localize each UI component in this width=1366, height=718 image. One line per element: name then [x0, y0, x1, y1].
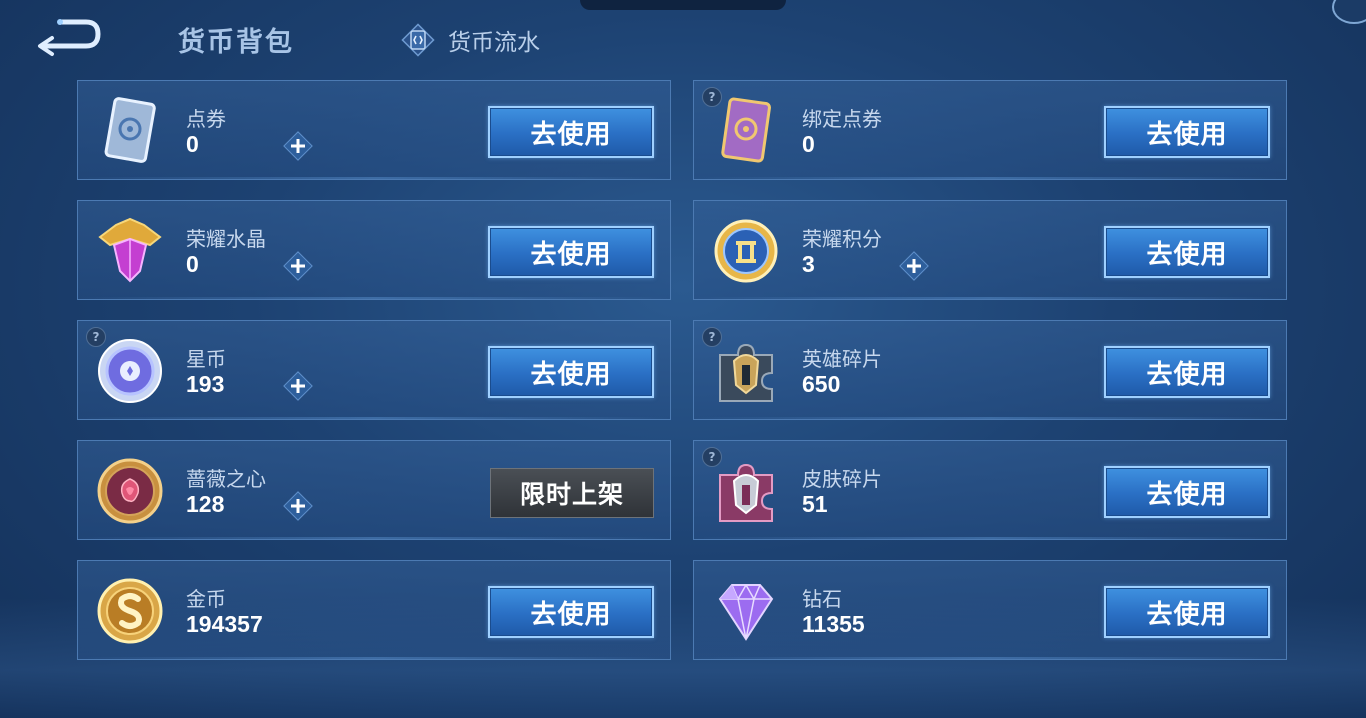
limited-time-button[interactable]: 限时上架	[490, 468, 654, 518]
add-voucher-button[interactable]	[282, 130, 314, 162]
use-button[interactable]: 去使用	[488, 586, 654, 638]
add-glory-crystal-button[interactable]	[282, 250, 314, 282]
currency-card-gold-coin: 金币 194357 去使用	[77, 560, 671, 660]
item-value: 51	[802, 491, 828, 517]
item-name: 皮肤碎片	[802, 467, 882, 491]
item-name: 钻石	[802, 587, 842, 611]
bound-voucher-card-icon	[721, 97, 771, 163]
use-button[interactable]: 去使用	[488, 106, 654, 158]
diamond-icon	[718, 584, 774, 641]
top-notch	[580, 0, 786, 10]
item-value: 11355	[802, 611, 865, 637]
item-name: 荣耀水晶	[186, 227, 266, 251]
ledger-icon	[401, 23, 435, 57]
glory-crystal-icon	[98, 217, 162, 283]
item-value: 194357	[186, 611, 263, 637]
add-rose-heart-button[interactable]	[282, 490, 314, 522]
currency-grid: 点券 0 去使用 ? 绑定点券 0 去使用 荣耀水晶 0 去使用 荣耀积分 3 …	[77, 80, 1289, 662]
use-button[interactable]: 去使用	[488, 226, 654, 278]
use-button[interactable]: 去使用	[488, 346, 654, 398]
ledger-tab-label: 货币流水	[448, 30, 540, 56]
use-button[interactable]: 去使用	[1104, 106, 1270, 158]
item-value: 650	[802, 371, 841, 397]
currency-card-star-coin: ? 星币 193 去使用	[77, 320, 671, 420]
back-button[interactable]	[30, 14, 104, 58]
glory-points-icon	[714, 219, 778, 283]
item-value: 193	[186, 371, 225, 397]
item-name: 绑定点券	[802, 107, 882, 131]
add-star-coin-button[interactable]	[282, 370, 314, 402]
currency-card-bound-voucher: ? 绑定点券 0 去使用	[693, 80, 1287, 180]
item-name: 蔷薇之心	[186, 467, 266, 491]
item-value: 0	[186, 251, 199, 277]
currency-card-diamond: 钻石 11355 去使用	[693, 560, 1287, 660]
item-name: 英雄碎片	[802, 347, 882, 371]
item-name: 荣耀积分	[802, 227, 882, 251]
item-value: 0	[802, 131, 815, 157]
currency-ledger-tab[interactable]: 货币流水	[398, 20, 540, 60]
rose-heart-icon	[97, 458, 163, 524]
currency-card-glory-crystal: 荣耀水晶 0 去使用	[77, 200, 671, 300]
item-name: 点券	[186, 107, 226, 131]
add-glory-points-button[interactable]	[898, 250, 930, 282]
corner-button[interactable]	[1332, 0, 1366, 24]
item-name: 星币	[186, 347, 226, 371]
item-name: 金币	[186, 587, 226, 611]
use-button[interactable]: 去使用	[1104, 346, 1270, 398]
hero-shard-icon	[719, 343, 773, 402]
use-button[interactable]: 去使用	[1104, 586, 1270, 638]
currency-card-skin-shard: ? 皮肤碎片 51 去使用	[693, 440, 1287, 540]
page-title: 货币背包	[178, 27, 294, 58]
currency-card-hero-shard: ? 英雄碎片 650 去使用	[693, 320, 1287, 420]
back-arrow-icon	[38, 19, 101, 56]
currency-card-glory-points: 荣耀积分 3 去使用	[693, 200, 1287, 300]
star-coin-icon	[98, 339, 162, 403]
voucher-card-icon	[104, 97, 156, 163]
gold-coin-icon	[97, 578, 163, 644]
currency-card-voucher: 点券 0 去使用	[77, 80, 671, 180]
use-button[interactable]: 去使用	[1104, 226, 1270, 278]
item-value: 3	[802, 251, 815, 277]
use-button[interactable]: 去使用	[1104, 466, 1270, 518]
item-value: 0	[186, 131, 199, 157]
skin-shard-icon	[719, 463, 773, 522]
currency-card-rose-heart: 蔷薇之心 128 限时上架	[77, 440, 671, 540]
item-value: 128	[186, 491, 225, 517]
